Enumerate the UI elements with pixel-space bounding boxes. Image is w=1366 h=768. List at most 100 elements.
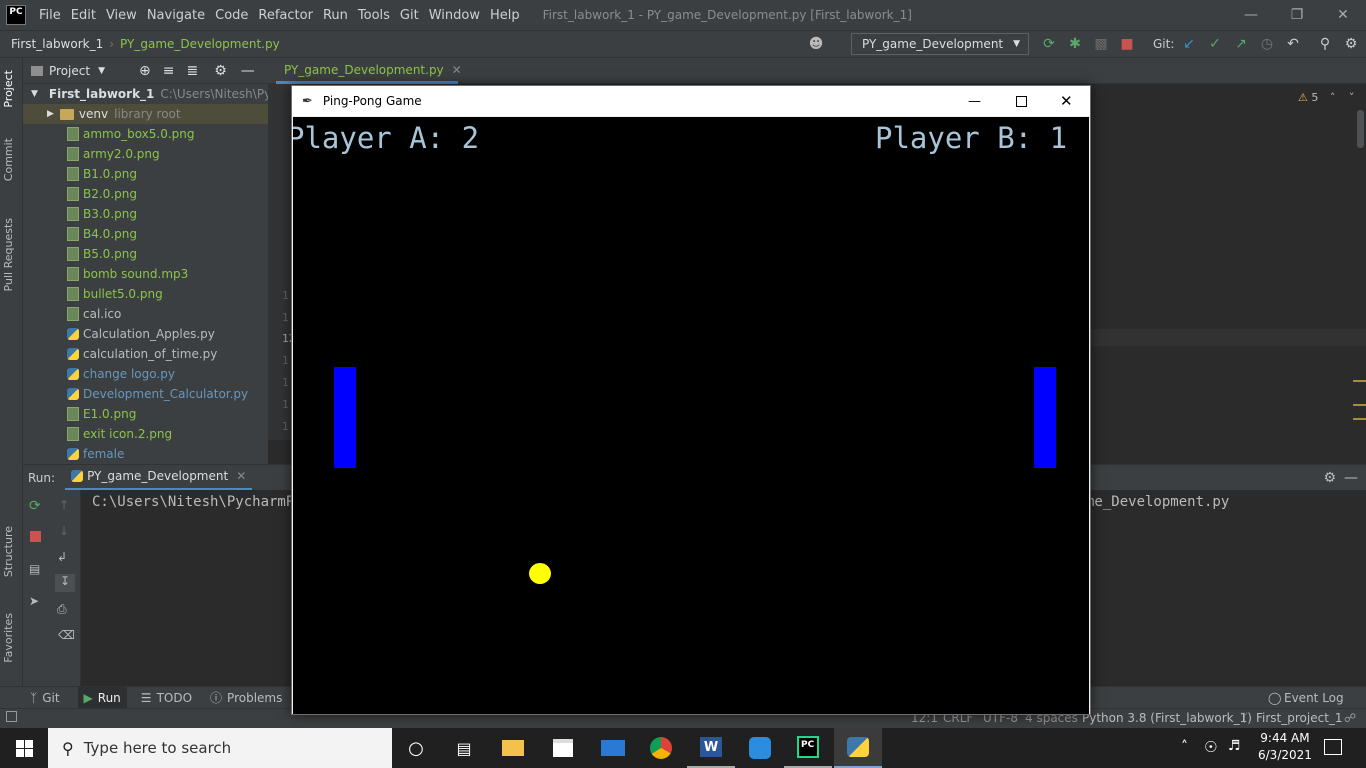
git-push-icon[interactable]: ↗ [1233, 36, 1249, 52]
file-explorer-icon[interactable] [489, 728, 537, 768]
windows-start-icon[interactable] [0, 728, 48, 768]
tree-file-row[interactable]: Development_Calculator.py [23, 384, 268, 404]
rerun-icon[interactable]: ⟳ [1041, 36, 1057, 52]
pycharm-taskbar-icon[interactable]: PC [784, 728, 832, 768]
breadcrumb-project[interactable]: First_labwork_1 [0, 37, 103, 51]
tree-file-row[interactable]: bullet5.0.png [23, 284, 268, 304]
tree-file-row[interactable]: exit icon.2.png [23, 424, 268, 444]
tray-chevron-up-icon[interactable]: ˄ [1181, 739, 1188, 755]
expand-all-icon[interactable]: ≡ [163, 63, 175, 79]
inspection-widget[interactable]: ⚠ 5 ˄ ˅ [1298, 91, 1354, 104]
tree-file-row[interactable]: B5.0.png [23, 244, 268, 264]
mail-icon[interactable] [589, 728, 637, 768]
menu-code[interactable]: Code [210, 8, 253, 23]
error-stripe-mark[interactable] [1353, 380, 1366, 382]
menu-window[interactable]: Window [424, 8, 485, 23]
print-icon[interactable]: ⎙ [57, 602, 67, 617]
menu-view[interactable]: View [101, 8, 142, 23]
tool-tab-project[interactable]: Project [2, 70, 15, 108]
notifications-icon[interactable] [1324, 739, 1342, 755]
menu-tools[interactable]: Tools [353, 8, 395, 23]
tool-tab-run[interactable]: ▶ Run [77, 686, 127, 709]
network-globe-icon[interactable]: ☉ [1204, 738, 1217, 756]
run-tab[interactable]: PY_game_Development ✕ [65, 465, 253, 491]
edge-icon[interactable] [736, 728, 784, 768]
tree-file-row[interactable]: army2.0.png [23, 144, 268, 164]
tree-file-row[interactable]: cal.ico [23, 304, 268, 324]
tool-tab-commit[interactable]: Commit [2, 138, 15, 181]
menu-git[interactable]: Git [395, 8, 424, 23]
word-icon[interactable]: W [687, 728, 735, 768]
editor-scrollbar[interactable] [1357, 110, 1364, 148]
tool-tab-pull-requests[interactable]: Pull Requests [2, 218, 15, 291]
tool-tab-structure[interactable]: Structure [2, 526, 15, 577]
coverage-icon[interactable]: ▩ [1093, 36, 1109, 52]
game-minimize-button[interactable]: — [968, 94, 981, 109]
event-log-tab[interactable]: Event Log [1284, 691, 1344, 705]
tree-file-row[interactable]: B4.0.png [23, 224, 268, 244]
search-icon[interactable]: ⚲ [1317, 36, 1333, 52]
menu-edit[interactable]: Edit [66, 8, 101, 23]
tree-file-row[interactable]: B1.0.png [23, 164, 268, 184]
chevron-up-icon[interactable]: ˄ [1330, 91, 1336, 104]
close-icon[interactable]: ✕ [236, 469, 246, 483]
store-icon[interactable] [539, 728, 587, 768]
arrow-up-icon[interactable]: ↑ [59, 498, 69, 512]
lock-icon[interactable]: ☍ [1344, 711, 1356, 725]
tree-file-row[interactable]: B2.0.png [23, 184, 268, 204]
locate-icon[interactable]: ⊕ [139, 63, 151, 79]
git-commit-icon[interactable]: ✓ [1207, 36, 1223, 52]
ide-close-button[interactable]: ✕ [1320, 0, 1366, 30]
collapse-all-icon[interactable]: ≣ [186, 63, 198, 79]
cortana-icon[interactable]: ○ [392, 728, 440, 768]
run-configuration-select[interactable]: PY_game_Development ▼ [851, 33, 1029, 55]
tree-file-row[interactable]: E1.0.png [23, 404, 268, 424]
project-panel-title[interactable]: Project [49, 64, 90, 78]
pin-icon[interactable]: ➤ [29, 594, 39, 608]
menu-help[interactable]: Help [485, 8, 525, 23]
menu-navigate[interactable]: Navigate [142, 8, 210, 23]
soft-wrap-icon[interactable]: ↲ [57, 550, 67, 564]
tool-tab-favorites[interactable]: Favorites [2, 613, 15, 663]
tree-file-row[interactable]: female [23, 444, 268, 464]
tree-file-row[interactable]: ammo_box5.0.png [23, 124, 268, 144]
menu-refactor[interactable]: Refactor [253, 8, 318, 23]
editor-tab-active[interactable]: PY_game_Development.py ✕ [276, 58, 462, 84]
game-maximize-button[interactable] [1016, 95, 1027, 107]
history-icon[interactable]: ◷ [1259, 36, 1275, 52]
tool-tab-git[interactable]: Git [42, 691, 59, 705]
speaker-icon[interactable]: ♬ [1228, 738, 1241, 754]
chrome-icon[interactable] [637, 728, 685, 768]
close-icon[interactable]: ✕ [452, 63, 462, 77]
breadcrumb-file[interactable]: PY_game_Development.py [114, 37, 280, 51]
layout-toggle-icon[interactable] [6, 711, 17, 722]
python-taskbar-icon[interactable] [834, 728, 882, 768]
error-stripe-mark[interactable] [1353, 418, 1366, 420]
gear-icon[interactable]: ⚙ [214, 63, 227, 79]
tree-root-row[interactable]: ▼ First_labwork_1 C:\Users\Nitesh\Pych [23, 84, 268, 104]
git-branch[interactable]: First_project_1 [1256, 711, 1343, 725]
trash-icon[interactable]: ⌫ [58, 628, 75, 642]
task-view-icon[interactable]: ▤ [440, 728, 488, 768]
menu-file[interactable]: File [34, 8, 66, 23]
taskbar-search[interactable]: ⚲ Type here to search [48, 728, 392, 768]
tree-file-row[interactable]: change logo.py [23, 364, 268, 384]
menu-run[interactable]: Run [318, 8, 353, 23]
gear-icon[interactable]: ⚙ [1323, 470, 1336, 486]
interpreter[interactable]: Python 3.8 (First_labwork_1) [1082, 711, 1252, 725]
user-icon[interactable]: ☻ [808, 36, 824, 52]
scroll-to-end-icon[interactable]: ↧ [55, 574, 75, 592]
ide-restore-button[interactable]: ❐ [1274, 0, 1320, 30]
hide-icon[interactable]: — [241, 63, 255, 79]
layout-icon[interactable]: ▤ [29, 562, 40, 576]
tool-tab-problems[interactable]: Problems [227, 691, 282, 705]
game-close-button[interactable]: ✕ [1060, 92, 1073, 110]
stop-icon[interactable]: ■ [1119, 36, 1135, 52]
hide-icon[interactable]: — [1344, 470, 1358, 486]
chevron-down-icon[interactable]: ˅ [1349, 91, 1355, 104]
git-update-icon[interactable]: ↙ [1181, 36, 1197, 52]
tool-tab-todo[interactable]: TODO [157, 691, 192, 705]
arrow-down-icon[interactable]: ↓ [59, 524, 69, 538]
tree-file-row[interactable]: bomb sound.mp3 [23, 264, 268, 284]
stop-icon[interactable] [30, 531, 41, 542]
